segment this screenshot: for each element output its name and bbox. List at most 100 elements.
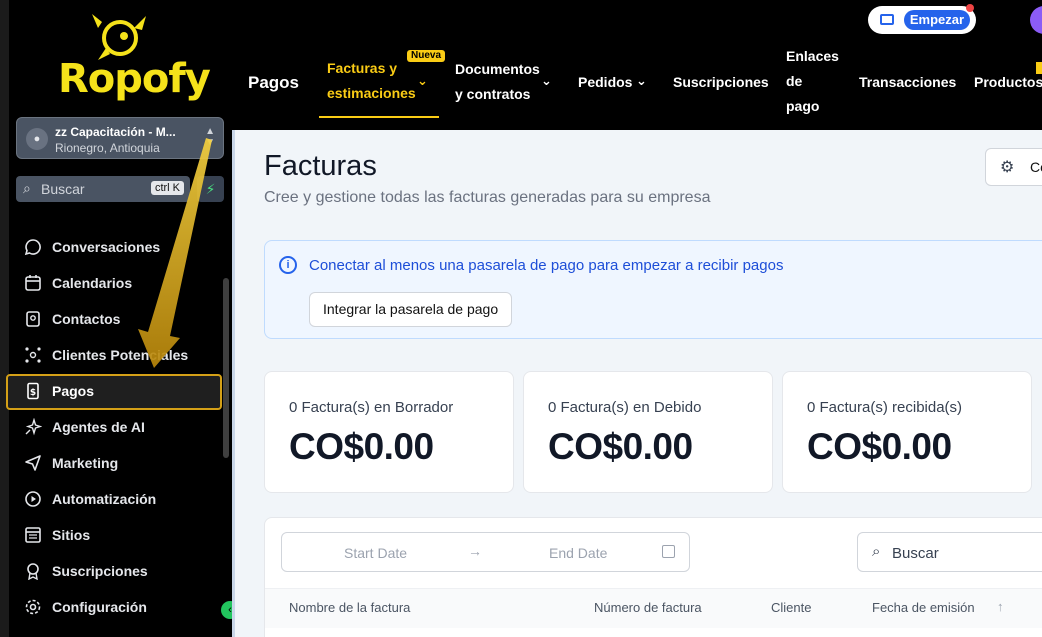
search-icon: ⌕	[872, 543, 881, 560]
tab-productos[interactable]: Productos	[974, 70, 1042, 95]
tab-transacciones[interactable]: Transacciones	[859, 70, 956, 95]
invoice-search-input[interactable]: ⌕ Buscar	[857, 532, 1042, 572]
sidebar-item-label: Calendarios	[52, 275, 133, 291]
sidebar-item-calendarios[interactable]: Calendarios	[0, 265, 232, 301]
sidebar-item-marketing[interactable]: Marketing	[0, 445, 232, 481]
kpi-label: 0 Factura(s) en Debido	[548, 399, 702, 416]
sidebar-item-suscripciones[interactable]: Suscripciones	[0, 553, 232, 589]
sidebar-nav: Conversaciones Calendarios Contactos Cli…	[0, 229, 232, 625]
info-icon: i	[279, 256, 297, 274]
tab-suscripciones[interactable]: Suscripciones	[673, 70, 769, 95]
column-header-invoice-name[interactable]: Nombre de la factura	[289, 600, 410, 615]
notification-dot	[966, 4, 974, 12]
brand-logo[interactable]: Ropofy	[50, 8, 211, 104]
kpi-label: 0 Factura(s) en Borrador	[289, 399, 454, 416]
search-shortcut-badge: ctrl K	[150, 181, 184, 195]
sidebar-item-label: Automatización	[52, 491, 157, 507]
configuration-label: Co	[1030, 159, 1042, 175]
tab-facturas-estimaciones[interactable]: Facturas y estimaciones	[327, 56, 416, 106]
kpi-card-due: 0 Factura(s) en Debido CO$0.00	[523, 371, 773, 493]
sidebar-item-automatizacion[interactable]: Automatización	[0, 481, 232, 517]
alert-text: Conectar al menos una pasarela de pago p…	[309, 257, 784, 274]
active-tab-underline	[319, 116, 439, 118]
tab-label-line: y contratos	[455, 86, 531, 102]
tab-documentos-contratos[interactable]: Documentos y contratos	[455, 57, 540, 107]
quick-actions-button[interactable]: ⚡	[197, 176, 224, 202]
kpi-card-draft: 0 Factura(s) en Borrador CO$0.00	[264, 371, 514, 493]
sidebar-item-label: Configuración	[52, 599, 147, 615]
kpi-value: CO$0.00	[289, 426, 434, 467]
network-icon	[25, 347, 41, 363]
tab-label: Transacciones	[859, 74, 957, 90]
sidebar-item-agentes-ai[interactable]: Agentes de AI	[0, 409, 232, 445]
kpi-value: CO$0.00	[548, 426, 693, 467]
sidebar-item-label: Conversaciones	[52, 239, 161, 255]
chevron-down-icon: ⌄	[417, 73, 428, 88]
sidebar-item-label: Pagos	[52, 383, 95, 399]
sidebar-search-input[interactable]: ⌕ Buscar ctrl K	[16, 176, 190, 202]
kpi-value: CO$0.00	[807, 426, 952, 467]
tab-label-line: pago	[786, 98, 820, 114]
column-header-invoice-number[interactable]: Número de factura	[594, 600, 702, 615]
sidebar: Ropofy ● zz Capacitación - M... Rionegro…	[0, 0, 232, 637]
section-title: Pagos	[248, 73, 300, 92]
bolt-icon: ⚡	[205, 181, 216, 197]
sidebar-item-conversaciones[interactable]: Conversaciones	[0, 229, 232, 265]
tab-pedidos[interactable]: Pedidos	[578, 70, 632, 95]
tab-label-line: estimaciones	[327, 85, 416, 101]
kpi-label: 0 Factura(s) recibida(s)	[807, 399, 963, 416]
sidebar-item-pagos[interactable]: $ Pagos	[0, 373, 232, 410]
sidebar-item-clientes-potenciales[interactable]: Clientes Potenciales	[0, 337, 232, 373]
sidebar-scrollbar[interactable]	[223, 278, 229, 458]
kpi-card-received: 0 Factura(s) recibida(s) CO$0.00	[782, 371, 1032, 493]
column-header-client[interactable]: Cliente	[771, 600, 811, 615]
award-badge-icon	[27, 563, 39, 580]
page-subtitle: Cree y gestione todas las facturas gener…	[264, 189, 711, 206]
arrow-right-icon: →	[468, 543, 482, 559]
date-range-picker[interactable]: Start Date → End Date	[281, 532, 690, 572]
location-city: Rionegro, Antioquia	[55, 141, 160, 155]
calendar-icon	[25, 275, 41, 291]
sort-arrow-up-icon[interactable]: ↑	[997, 599, 1004, 614]
tab-label-line: Facturas y	[327, 60, 398, 76]
end-date-placeholder: End Date	[549, 545, 608, 561]
send-icon	[25, 455, 41, 471]
sidebar-item-label: Marketing	[52, 455, 119, 471]
contacts-book-icon	[26, 311, 40, 327]
sidebar-item-label: Contactos	[52, 311, 121, 327]
chat-bubble-icon	[24, 239, 41, 256]
sidebar-item-contactos[interactable]: Contactos	[0, 301, 232, 337]
sidebar-item-label: Sitios	[52, 527, 91, 543]
page-title: Facturas	[264, 150, 377, 182]
location-switcher[interactable]: ● zz Capacitación - M... Rionegro, Antio…	[16, 117, 224, 159]
start-date-placeholder: Start Date	[344, 545, 408, 561]
browser-window-icon	[25, 527, 41, 543]
column-header-issue-date[interactable]: Fecha de emisión	[872, 600, 975, 615]
sidebar-item-configuracion[interactable]: Configuración	[0, 589, 232, 625]
chevron-down-icon: ⌄	[636, 73, 647, 88]
calendar-icon	[662, 545, 675, 558]
sidebar-item-label: Suscripciones	[52, 563, 148, 579]
gear-icon	[25, 599, 41, 615]
search-placeholder: Buscar	[892, 545, 939, 562]
get-started-button[interactable]: Empezar	[868, 4, 976, 34]
new-badge-partial	[1036, 62, 1042, 74]
new-badge: Nueva	[407, 50, 446, 62]
payment-gateway-alert: i Conectar al menos una pasarela de pago…	[264, 240, 1042, 339]
tab-label-line: de	[786, 73, 803, 89]
sparkle-icon	[25, 418, 42, 436]
integrate-gateway-button[interactable]: Integrar la pasarela de pago	[309, 292, 513, 327]
location-pin-icon: ●	[26, 128, 48, 150]
svg-text:$: $	[30, 388, 36, 398]
tab-label: Pedidos	[578, 74, 633, 90]
sidebar-item-sitios[interactable]: Sitios	[0, 517, 232, 553]
tab-label: Suscripciones	[673, 74, 769, 90]
tab-label-line: Enlaces	[786, 48, 839, 64]
get-started-label: Empezar	[904, 10, 970, 30]
sidebar-item-label: Clientes Potenciales	[52, 347, 189, 363]
configuration-button[interactable]: ⚙ Co	[985, 148, 1042, 186]
play-circle-icon	[25, 491, 41, 507]
chevron-down-icon: ⌄	[541, 73, 552, 88]
tab-enlaces-pago[interactable]: Enlaces de pago	[786, 44, 839, 119]
chevron-up-down-icon: ▲ ▼	[205, 126, 215, 148]
